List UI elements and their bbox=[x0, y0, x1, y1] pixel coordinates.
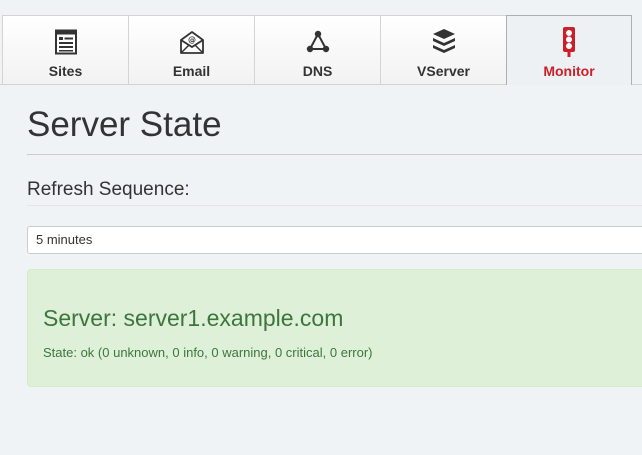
tab-sites-label: Sites bbox=[48, 63, 83, 79]
tab-dns-label: DNS bbox=[302, 63, 333, 79]
tab-monitor-label: Monitor bbox=[543, 63, 595, 79]
tab-monitor[interactable]: Monitor bbox=[506, 15, 632, 85]
tab-dns[interactable]: DNS bbox=[254, 15, 380, 84]
top-navigation: Sites @ Email DNS VServer Monitor bbox=[0, 0, 642, 85]
title-divider bbox=[27, 154, 642, 155]
server-status-panel: Server: server1.example.com State: ok (0… bbox=[27, 269, 642, 387]
tab-vserver[interactable]: VServer bbox=[380, 15, 506, 84]
module-tabs: Sites @ Email DNS VServer Monitor bbox=[2, 15, 632, 85]
sites-icon bbox=[53, 27, 79, 57]
server-state: State: ok (0 unknown, 0 info, 0 warning,… bbox=[43, 345, 373, 360]
section-divider bbox=[27, 205, 642, 206]
server-name: Server: server1.example.com bbox=[43, 305, 344, 331]
email-icon: @ bbox=[179, 27, 205, 57]
refresh-sequence-select[interactable]: 5 minutes bbox=[27, 226, 642, 254]
tab-email-label: Email bbox=[172, 63, 211, 79]
tab-sites[interactable]: Sites bbox=[2, 15, 128, 84]
tab-email[interactable]: @ Email bbox=[128, 15, 254, 84]
dns-icon bbox=[305, 27, 331, 57]
monitor-icon bbox=[556, 27, 582, 57]
tab-vserver-label: VServer bbox=[417, 63, 470, 79]
svg-text:@: @ bbox=[188, 36, 196, 45]
vserver-icon bbox=[431, 27, 457, 57]
page-title: Server State bbox=[27, 105, 222, 144]
refresh-sequence-label: Refresh Sequence: bbox=[27, 179, 190, 200]
